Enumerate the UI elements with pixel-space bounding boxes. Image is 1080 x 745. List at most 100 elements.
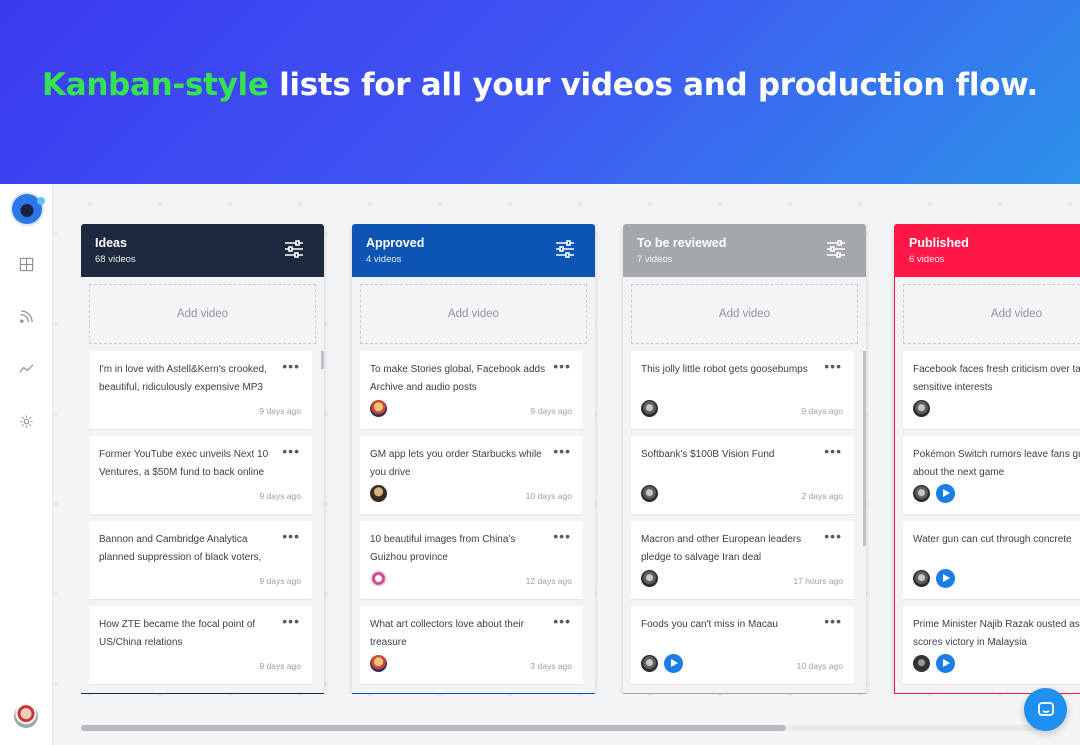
assignee-avatar[interactable] xyxy=(641,570,658,587)
card-title: 10 beautiful images from China's Guizhou… xyxy=(370,534,516,563)
more-options-icon[interactable]: ••• xyxy=(553,529,571,543)
more-options-icon[interactable]: ••• xyxy=(824,614,842,628)
user-avatar[interactable] xyxy=(14,704,38,728)
more-options-icon[interactable]: ••• xyxy=(282,359,300,373)
card-title: This jolly little robot gets goosebumps xyxy=(641,364,808,375)
board-horizontal-scrollbar[interactable] xyxy=(81,725,1041,731)
play-icon[interactable] xyxy=(936,654,955,673)
card-list: To make Stories global, Facebook adds Ar… xyxy=(360,351,587,691)
filter-sliders-icon[interactable] xyxy=(284,240,304,258)
more-options-icon[interactable]: ••• xyxy=(282,444,300,458)
rss-feed-icon[interactable] xyxy=(18,308,35,325)
video-card[interactable]: Water gun can cut through concrete xyxy=(903,521,1080,599)
hero-accent: Kanban-style xyxy=(42,67,269,103)
assignee-avatar[interactable] xyxy=(913,655,930,672)
card-title: Softbank's $100B Vision Fund xyxy=(641,449,775,460)
video-card[interactable]: Prime Minister Najib Razak ousted as opp… xyxy=(903,606,1080,684)
column-approved: Approved 4 videos Add video To make Stor… xyxy=(352,224,595,694)
column-scrollbar[interactable] xyxy=(321,351,324,369)
dashboard-grid-icon[interactable] xyxy=(18,256,35,273)
settings-gear-icon[interactable] xyxy=(18,413,35,430)
card-timestamp: 9 days ago xyxy=(801,406,843,416)
card-list: Facebook faces fresh criticism over targ… xyxy=(903,351,1080,691)
assignee-avatar[interactable] xyxy=(641,485,658,502)
column-published: Published 6 videos Add video Facebook fa… xyxy=(894,224,1080,694)
play-icon[interactable] xyxy=(936,569,955,588)
assignee-avatar[interactable] xyxy=(913,570,930,587)
video-card[interactable]: Former YouTube exec unveils Next 10 Vent… xyxy=(89,436,312,514)
column-count: 7 videos xyxy=(637,254,673,265)
hero-rest: lists for all your videos and production… xyxy=(268,67,1038,103)
more-options-icon[interactable]: ••• xyxy=(553,359,571,373)
column-scrollbar[interactable] xyxy=(863,351,866,546)
video-card[interactable]: How ZTE became the focal point of US/Chi… xyxy=(89,606,312,684)
column-title: Published xyxy=(909,236,969,250)
video-card[interactable]: What art collectors love about their tre… xyxy=(360,606,583,684)
filter-sliders-icon[interactable] xyxy=(555,240,575,258)
assignee-avatar[interactable] xyxy=(370,570,387,587)
column-count: 6 videos xyxy=(909,254,945,265)
column-footer-bar xyxy=(81,693,324,694)
more-options-icon[interactable]: ••• xyxy=(824,444,842,458)
card-title: I'm in love with Astell&Kern's crooked, … xyxy=(99,364,267,393)
video-card[interactable]: I'm in love with Astell&Kern's crooked, … xyxy=(89,351,312,429)
column-header: To be reviewed 7 videos xyxy=(623,224,866,277)
column-title: To be reviewed xyxy=(637,236,727,250)
assignee-avatar[interactable] xyxy=(370,655,387,672)
chat-support-button[interactable] xyxy=(1024,688,1067,731)
sidebar xyxy=(0,184,53,745)
column-count: 4 videos xyxy=(366,254,402,265)
analytics-icon[interactable] xyxy=(18,360,35,377)
card-timestamp: 9 days ago xyxy=(259,576,301,586)
video-card[interactable]: 10 beautiful images from China's Guizhou… xyxy=(360,521,583,599)
video-card[interactable]: GM app lets you order Starbucks while yo… xyxy=(360,436,583,514)
more-options-icon[interactable]: ••• xyxy=(824,529,842,543)
card-timestamp: 9 days ago xyxy=(259,661,301,671)
card-timestamp: 9 days ago xyxy=(530,406,572,416)
play-icon[interactable] xyxy=(936,484,955,503)
card-list: This jolly little robot gets goosebumps … xyxy=(631,351,858,691)
card-title: How ZTE became the focal point of US/Chi… xyxy=(99,619,256,648)
filter-sliders-icon[interactable] xyxy=(826,240,846,258)
more-options-icon[interactable]: ••• xyxy=(282,614,300,628)
video-card[interactable]: Facebook faces fresh criticism over targ… xyxy=(903,351,1080,429)
hero-banner: Kanban-style lists for all your videos a… xyxy=(0,0,1080,184)
assignee-avatar[interactable] xyxy=(913,400,930,417)
card-title: Prime Minister Najib Razak ousted as opp… xyxy=(913,619,1080,648)
more-options-icon[interactable]: ••• xyxy=(282,529,300,543)
hero-headline: Kanban-style lists for all your videos a… xyxy=(42,67,1038,103)
more-options-icon[interactable]: ••• xyxy=(553,614,571,628)
column-count: 68 videos xyxy=(95,254,136,265)
more-options-icon[interactable]: ••• xyxy=(553,444,571,458)
app-logo[interactable] xyxy=(12,194,45,224)
play-icon[interactable] xyxy=(664,654,683,673)
more-options-icon[interactable]: ••• xyxy=(824,359,842,373)
add-video-button[interactable]: Add video xyxy=(89,284,316,344)
assignee-avatar[interactable] xyxy=(641,655,658,672)
video-card[interactable]: Pokémon Switch rumors leave fans guessin… xyxy=(903,436,1080,514)
assignee-avatar[interactable] xyxy=(913,485,930,502)
card-title: To make Stories global, Facebook adds Ar… xyxy=(370,364,546,393)
column-header: Approved 4 videos xyxy=(352,224,595,277)
card-timestamp: 9 days ago xyxy=(259,491,301,501)
column-title: Ideas xyxy=(95,236,127,250)
assignee-avatar[interactable] xyxy=(370,485,387,502)
scrollbar-thumb[interactable] xyxy=(81,725,786,731)
card-title: Former YouTube exec unveils Next 10 Vent… xyxy=(99,449,269,478)
add-video-button[interactable]: Add video xyxy=(631,284,858,344)
assignee-avatar[interactable] xyxy=(370,400,387,417)
chat-bubble-icon xyxy=(1037,701,1054,716)
video-card[interactable]: Bannon and Cambridge Analytica planned s… xyxy=(89,521,312,599)
add-video-button[interactable]: Add video xyxy=(903,284,1080,344)
assignee-avatar[interactable] xyxy=(641,400,658,417)
column-to-be-reviewed: To be reviewed 7 videos Add video This j… xyxy=(623,224,866,694)
add-video-button[interactable]: Add video xyxy=(360,284,587,344)
card-title: Facebook faces fresh criticism over targ… xyxy=(913,364,1080,393)
card-title: Foods you can't miss in Macau xyxy=(641,619,778,630)
video-card[interactable]: Foods you can't miss in Macau ••• 10 day… xyxy=(631,606,854,684)
video-card[interactable]: To make Stories global, Facebook adds Ar… xyxy=(360,351,583,429)
video-card[interactable]: Macron and other European leaders pledge… xyxy=(631,521,854,599)
kanban-board: Ideas 68 videos Add video I'm in love wi… xyxy=(81,224,1080,694)
video-card[interactable]: This jolly little robot gets goosebumps … xyxy=(631,351,854,429)
video-card[interactable]: Softbank's $100B Vision Fund ••• 2 days … xyxy=(631,436,854,514)
